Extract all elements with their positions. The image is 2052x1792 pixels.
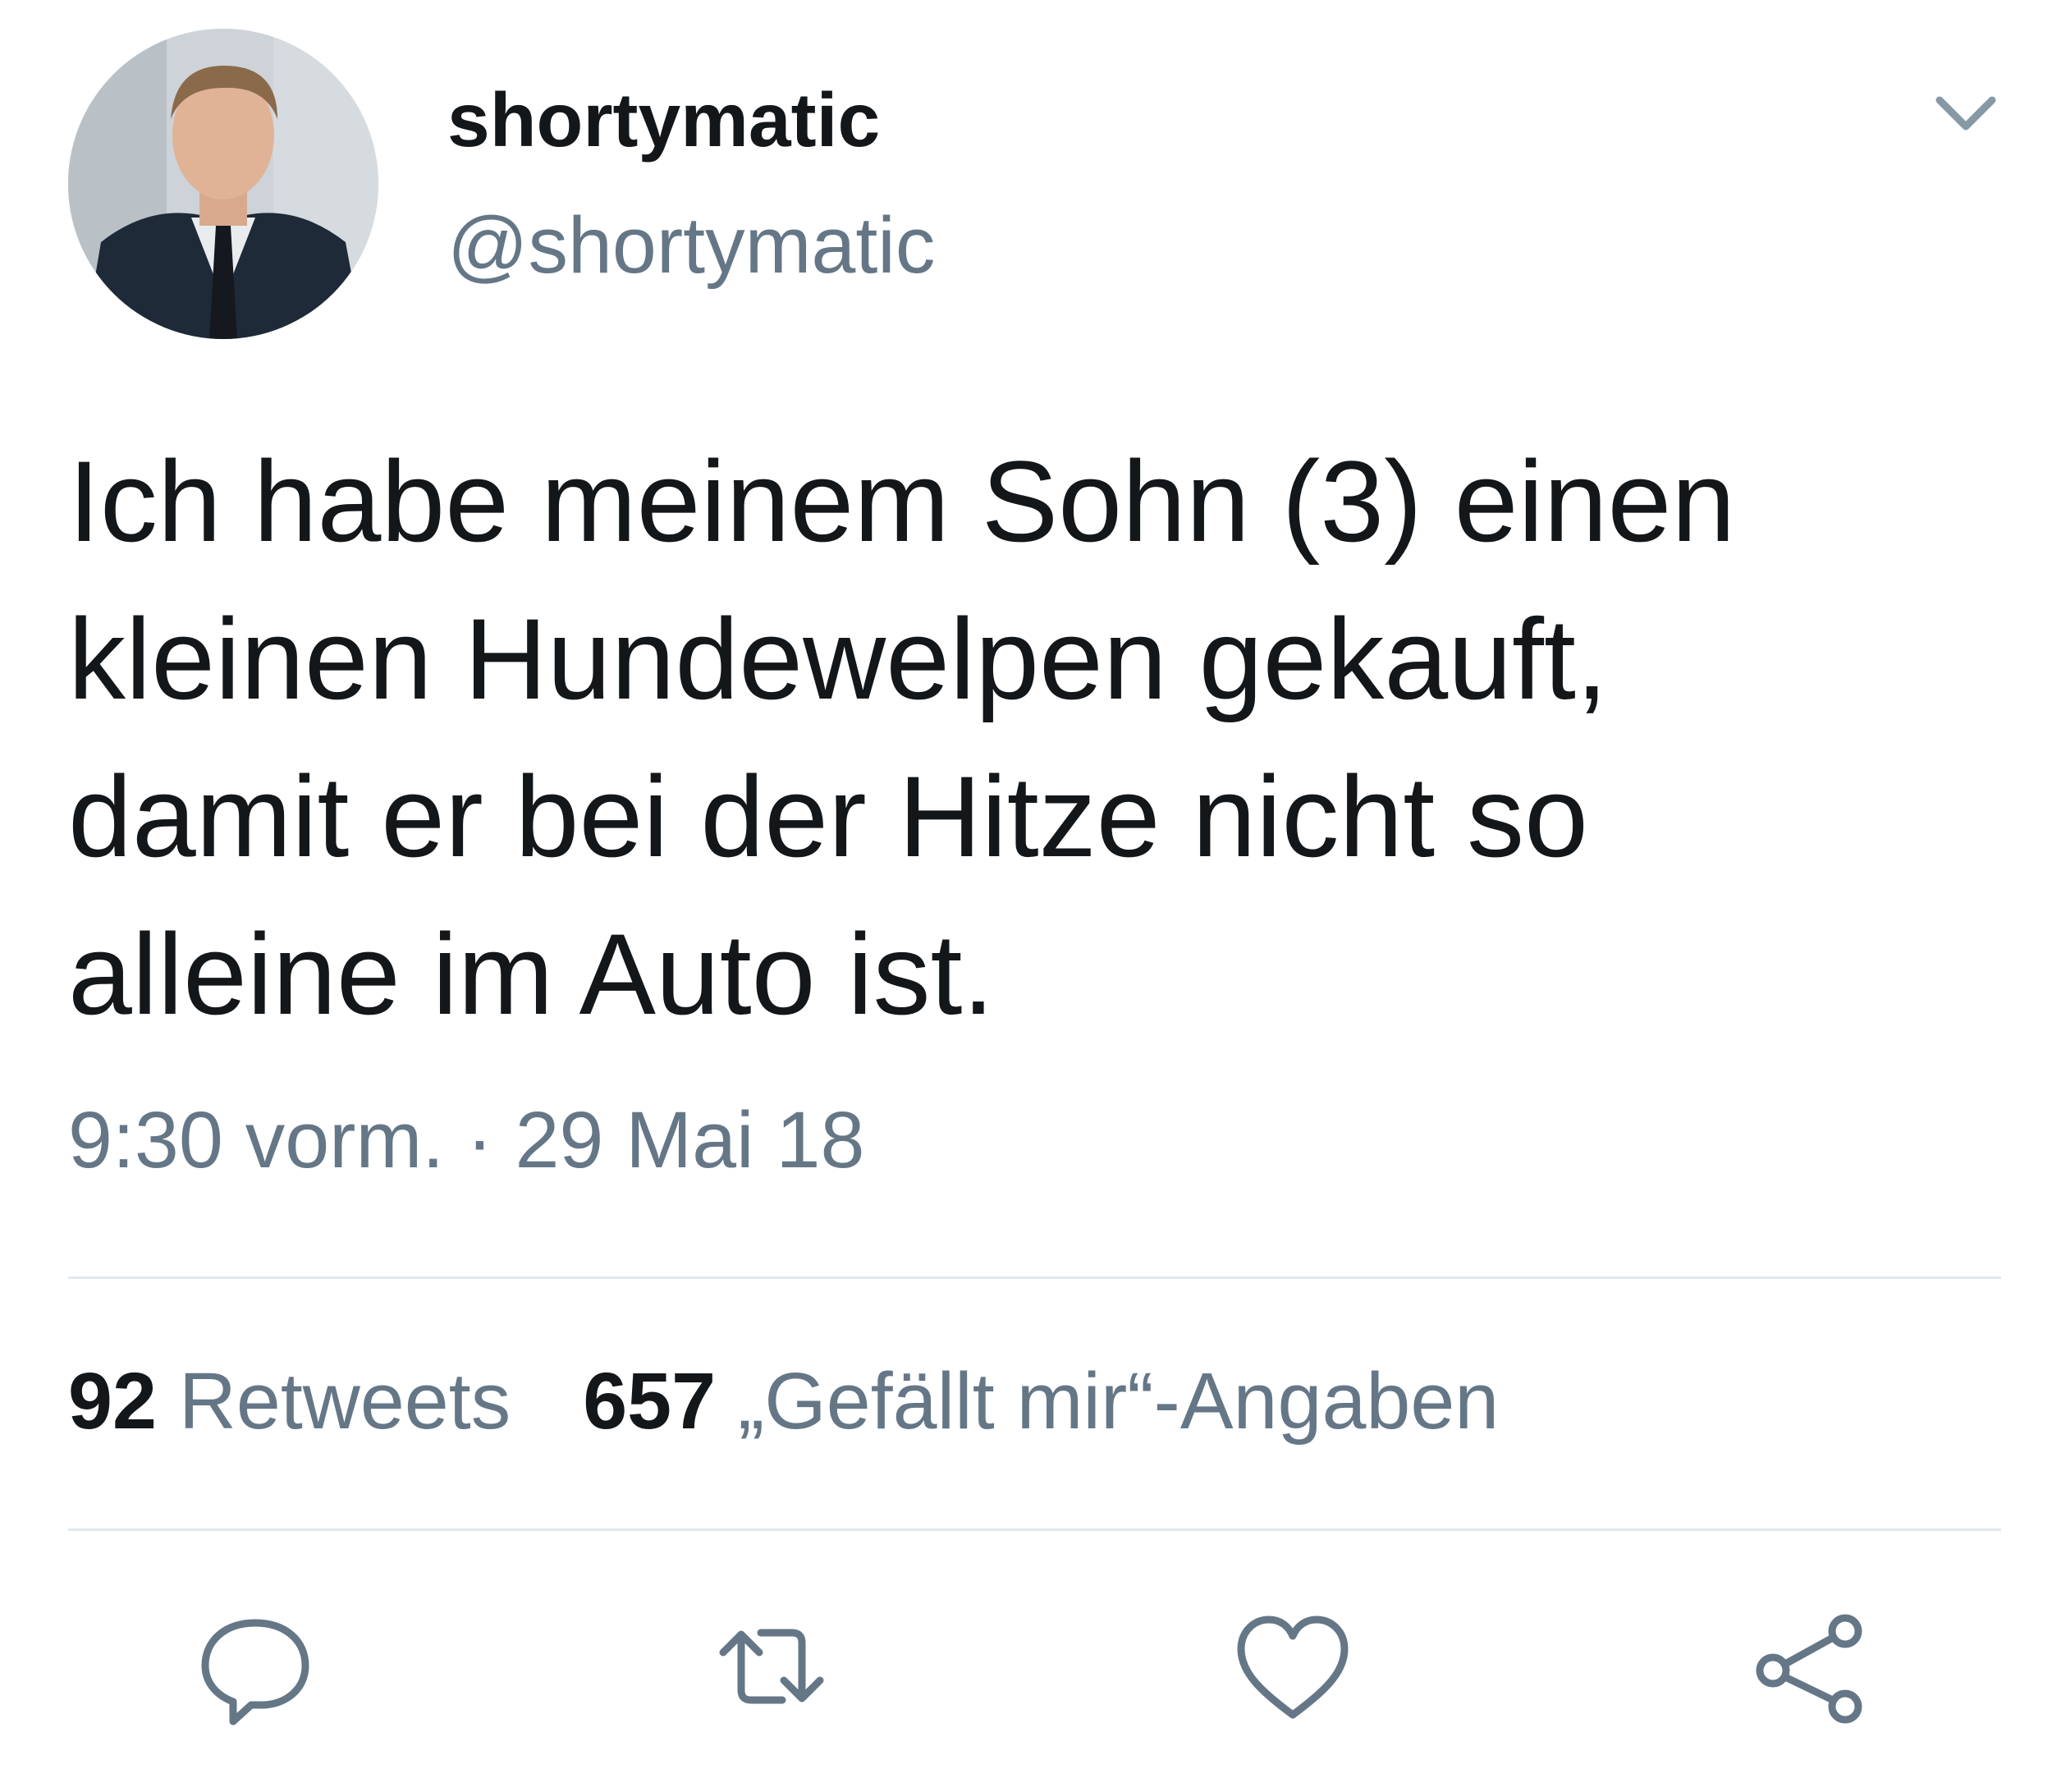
likes-stat[interactable]: 657 „Gefällt mir“-Angaben — [583, 1356, 1499, 1446]
retweets-count: 92 — [68, 1356, 157, 1446]
chevron-down-icon[interactable] — [1933, 92, 1999, 138]
likes-label: „Gefällt mir“-Angaben — [738, 1356, 1500, 1446]
retweet-button[interactable] — [710, 1605, 833, 1728]
heart-icon — [1237, 1616, 1349, 1719]
divider — [68, 1528, 2001, 1531]
tweet-card: shortymatic @shortymatic Ich habe meinem… — [0, 0, 2052, 1792]
display-name[interactable]: shortymatic — [447, 82, 880, 158]
reply-icon — [201, 1619, 309, 1726]
likes-count: 657 — [583, 1356, 717, 1446]
tweet-stats: 92 Retweets 657 „Gefällt mir“-Angaben — [68, 1361, 1499, 1441]
retweets-label: Retweets — [178, 1356, 511, 1446]
like-button[interactable] — [1231, 1605, 1354, 1728]
tweet-text: Ich habe meinem Sohn (3) einen kleinen H… — [68, 437, 1736, 1038]
user-handle[interactable]: @shortymatic — [447, 205, 935, 285]
retweets-stat[interactable]: 92 Retweets — [68, 1356, 511, 1446]
reply-button[interactable] — [194, 1605, 317, 1728]
avatar-image — [68, 29, 378, 339]
avatar[interactable] — [68, 29, 378, 339]
share-button[interactable] — [1748, 1605, 1871, 1728]
share-icon — [1756, 1614, 1862, 1724]
retweet-icon — [719, 1629, 824, 1704]
divider — [68, 1276, 2001, 1279]
tweet-timestamp[interactable]: 9:30 vorm. · 29 Mai 18 — [68, 1100, 864, 1180]
